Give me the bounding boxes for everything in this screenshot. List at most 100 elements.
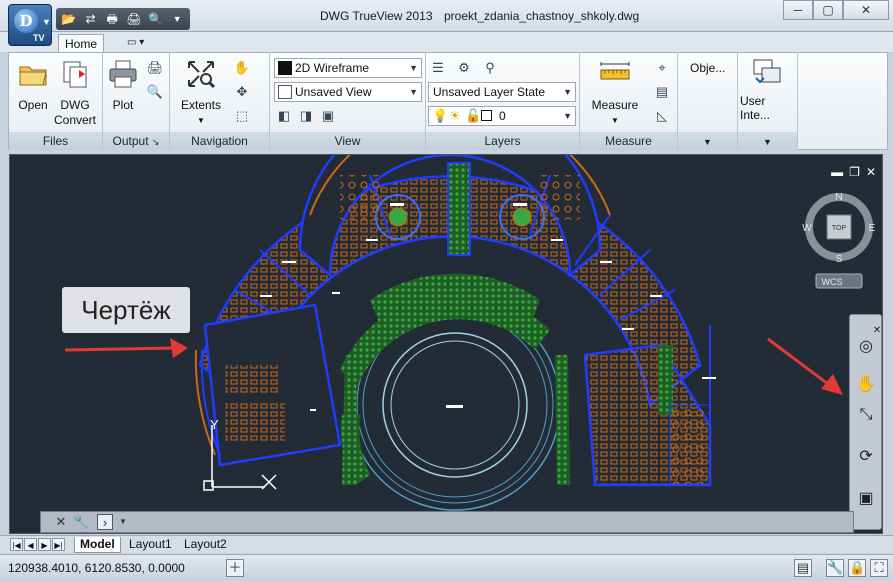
add-icon[interactable]: ＋	[226, 559, 244, 577]
dwg-convert-label-2: Convert	[53, 113, 97, 127]
extents-label: Extents	[180, 98, 222, 112]
view-cube-icon[interactable]: ⬚	[232, 106, 252, 126]
viewcube-top-label[interactable]: TOP	[832, 225, 847, 232]
tab-home[interactable]: Home	[58, 34, 104, 53]
batch-plot-icon[interactable]: 🖨	[124, 10, 144, 28]
layer-properties-icon[interactable]: ☰	[428, 58, 448, 78]
convert-icon[interactable]: ⇄	[81, 10, 101, 28]
steering-wheel-icon[interactable]: ◎	[854, 335, 878, 359]
list-icon[interactable]: ▤	[652, 82, 672, 102]
navigation-bar: ✕ ◎ ✋ ⤡ ⟳ ▣	[849, 314, 882, 530]
tools-icon[interactable]: 🔧	[826, 559, 844, 577]
chevron-down-icon: ▼	[611, 116, 619, 125]
panel-label-output[interactable]: Output ↘	[103, 132, 169, 150]
current-layer-dropdown[interactable]: 💡 ☀ 🔓 0 ▼	[428, 106, 576, 126]
dialog-launcher-icon[interactable]: ↘	[152, 137, 160, 147]
open-button[interactable]: Open	[15, 58, 51, 113]
tab-layout1[interactable]: Layout1	[124, 537, 177, 553]
showmotion-icon[interactable]: ▣	[854, 487, 878, 511]
layer-color-swatch	[481, 110, 492, 121]
user-interface-expand[interactable]: ▼	[738, 132, 797, 150]
layer-state-value: Unsaved Layer State	[433, 85, 546, 99]
ribbon-minimize-toggle[interactable]: ▭ ▾	[127, 37, 151, 49]
command-prompt-icon[interactable]: ›	[97, 514, 113, 530]
chevron-down-icon: ▼	[703, 137, 712, 147]
batch-plot-icon[interactable]: 🖨	[145, 58, 165, 78]
viewcube[interactable]: TOP N S E W WCS	[802, 192, 876, 289]
last-tab-icon[interactable]: ▶|	[52, 538, 65, 551]
chevron-down-icon[interactable]: ▼	[115, 514, 131, 530]
preview-icon[interactable]: 🔍	[146, 10, 166, 28]
tab-layout2[interactable]: Layout2	[179, 537, 232, 553]
wireframe-icon	[278, 61, 292, 75]
panel-output: Plot 🖨 🔍 Output ↘	[103, 52, 170, 150]
minimize-icon[interactable]: ▬	[831, 165, 843, 179]
compass-w[interactable]: W	[802, 223, 812, 234]
user-interface-label: User Inte...	[740, 94, 771, 122]
panel-objects[interactable]: Obje... ▼	[678, 52, 738, 150]
close-icon[interactable]: ✕	[843, 0, 889, 20]
compass-s[interactable]: S	[836, 254, 843, 265]
title-bar: 📂 ⇄ 🖶 🖨 🔍 ▼ DWG TrueView 2013 proekt_zda…	[0, 0, 893, 32]
lock-icon[interactable]: 🔒	[848, 559, 866, 577]
left-auditorium	[194, 303, 342, 467]
status-bar: 120938.4010, 6120.8530, 0.0000 ＋ ▤ 🔧 🔒 ⛶	[0, 554, 893, 581]
pan-icon[interactable]: ✋	[854, 373, 878, 397]
layout-view-icon[interactable]: ▤	[794, 559, 812, 577]
layer-state-dropdown[interactable]: Unsaved Layer State ▼	[428, 82, 576, 102]
measure-button[interactable]: Measure ▼	[586, 58, 644, 128]
fullscreen-icon[interactable]: ⛶	[870, 559, 888, 577]
ruler-icon	[600, 62, 630, 80]
chevron-down-icon: ▼	[763, 137, 772, 147]
panel-label-measure: Measure	[580, 132, 677, 150]
id-point-icon[interactable]: ⌖	[652, 58, 672, 78]
view-shaded-icon[interactable]: ◨	[296, 106, 316, 126]
window-controls: ─ ▢ ✕	[783, 0, 889, 20]
wrench-icon[interactable]: 🔧	[73, 514, 89, 530]
panel-measure: Measure ▼ ⌖ ▤ ◺ Measure	[580, 52, 678, 150]
minimize-icon[interactable]: ─	[783, 0, 813, 20]
restore-icon[interactable]: ❐	[849, 165, 860, 179]
pan-icon[interactable]: ✋	[232, 58, 252, 78]
orbit-icon[interactable]: ⟳	[854, 445, 878, 469]
dwg-convert-button[interactable]: DWG Convert	[53, 58, 97, 128]
lightbulb-icon: 💡	[432, 108, 449, 123]
chevron-down-icon: ▼	[197, 116, 205, 125]
plot-icon[interactable]: 🖶	[102, 10, 122, 28]
layer-match-icon[interactable]: ⚲	[480, 58, 500, 78]
objects-expand[interactable]: ▼	[678, 132, 737, 150]
next-tab-icon[interactable]: ▶	[38, 538, 51, 551]
zoom-extents-icon[interactable]: ⤡	[854, 403, 878, 427]
drawing-viewport[interactable]: Y TOP N S E W WCS ▬ ❐ ✕	[9, 154, 883, 534]
compass-e[interactable]: E	[869, 223, 876, 234]
layout-nav-arrows: |◀ ◀ ▶ ▶|	[10, 538, 65, 551]
plot-button[interactable]: Plot	[105, 58, 141, 113]
named-view-dropdown[interactable]: Unsaved View ▼	[274, 82, 422, 102]
prev-tab-icon[interactable]: ◀	[24, 538, 37, 551]
first-tab-icon[interactable]: |◀	[10, 538, 23, 551]
command-line[interactable]: ✕ 🔧 › ▼	[40, 511, 854, 533]
layout-tab-bar: |◀ ◀ ▶ ▶| Model Layout1 Layout2	[0, 535, 893, 553]
dropdown-icon[interactable]: ▼	[167, 10, 187, 28]
maximize-icon[interactable]: ▢	[813, 0, 843, 20]
compass-n[interactable]: N	[835, 192, 842, 203]
close-icon[interactable]: ✕	[53, 514, 69, 530]
panel-label-layers: Layers	[426, 132, 579, 150]
tab-model[interactable]: Model	[74, 537, 121, 553]
close-icon[interactable]: ✕	[866, 165, 876, 179]
extents-button[interactable]: Extents ▼	[178, 58, 224, 128]
layer-state-icon[interactable]: ⚙	[454, 58, 474, 78]
panel-layers: ☰ ⚙ ⚲ Unsaved Layer State ▼ 💡 ☀ 🔓 0 ▼ La…	[426, 52, 580, 150]
view-manager-icon[interactable]: ▣	[318, 106, 338, 126]
wcs-menu[interactable]: WCS	[822, 277, 843, 287]
output-label: Output	[112, 134, 149, 148]
plot-preview-icon[interactable]: 🔍	[145, 82, 165, 102]
panel-user-interface[interactable]: User Inte... ▼	[738, 52, 798, 150]
open-icon[interactable]: 📂	[59, 10, 79, 28]
application-menu-button[interactable]: D ▼ TV	[8, 4, 52, 46]
orbit-icon[interactable]: ✥	[232, 82, 252, 102]
open-label: Open	[18, 98, 48, 112]
area-icon[interactable]: ◺	[652, 106, 672, 126]
view-3d-icon[interactable]: ◧	[274, 106, 294, 126]
visual-style-dropdown[interactable]: 2D Wireframe ▼	[274, 58, 422, 78]
